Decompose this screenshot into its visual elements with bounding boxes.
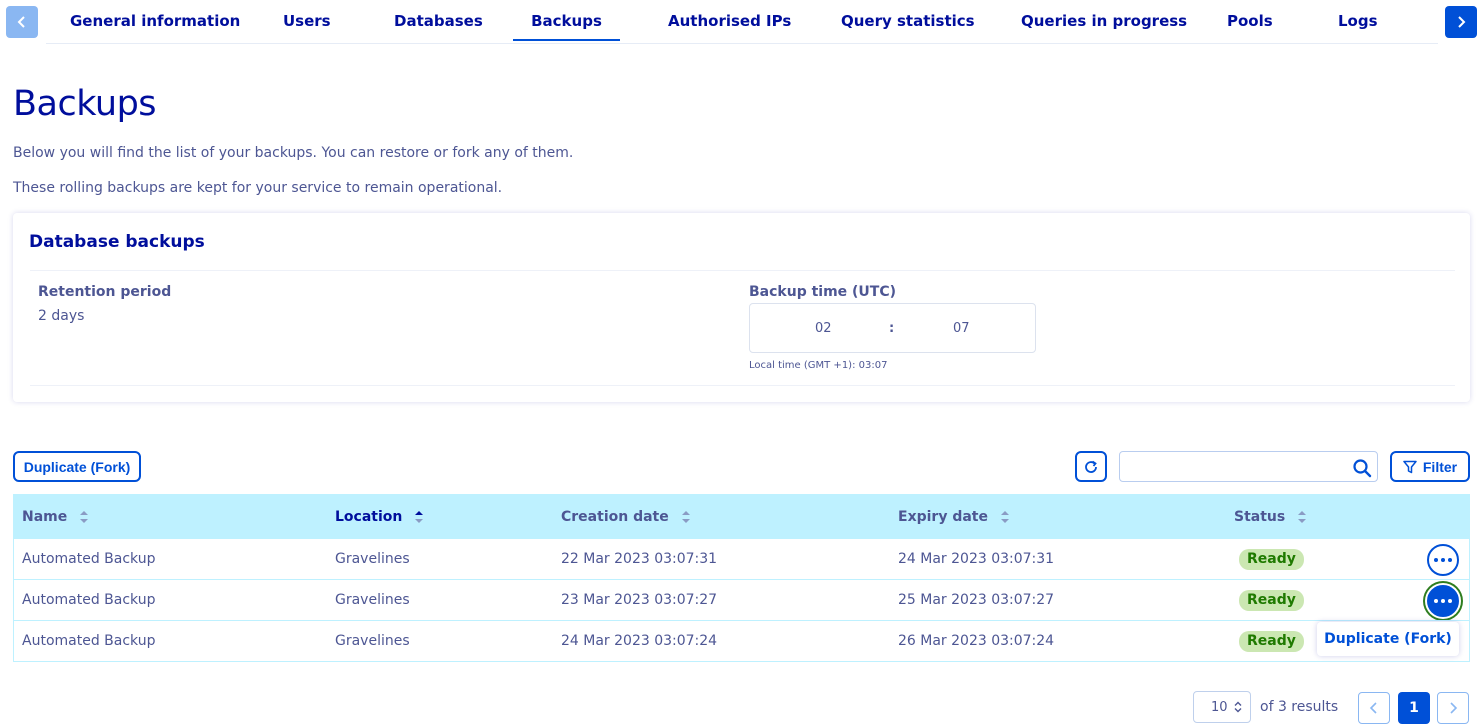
page-button-current[interactable]: 1: [1398, 692, 1430, 724]
backup-minute-field[interactable]: 07: [953, 321, 970, 336]
status-badge: Ready: [1239, 590, 1304, 611]
backup-time-label: Backup time (UTC): [749, 284, 897, 300]
backup-expiry-date: 24 Mar 2023 03:07:31: [898, 551, 1055, 567]
sort-icon: [1297, 510, 1307, 524]
table-header: Name Location Creation date Expiry date …: [14, 495, 1469, 538]
table-row: Automated Backup Gravelines 22 Mar 2023 …: [14, 538, 1469, 579]
retention-period-value: 2 days: [38, 308, 85, 324]
tab-bar: General information Users Databases Back…: [46, 0, 1438, 44]
database-backups-card: Database backups Retention period 2 days…: [13, 213, 1470, 402]
page-description: Below you will find the list of your bac…: [13, 145, 574, 161]
sort-icon: [414, 510, 424, 524]
backup-location: Gravelines: [335, 551, 410, 567]
page-title: Backups: [13, 84, 157, 124]
chevron-left-icon: [17, 16, 25, 28]
backup-creation-date: 22 Mar 2023 03:07:31: [561, 551, 718, 567]
tab-databases[interactable]: Databases: [394, 12, 483, 30]
row-actions-button[interactable]: [1427, 544, 1459, 576]
tab-users[interactable]: Users: [283, 12, 331, 30]
backup-time-picker[interactable]: 02 : 07: [749, 303, 1036, 353]
tabs-scroll-right-button[interactable]: [1445, 6, 1477, 38]
card-title: Database backups: [29, 232, 205, 252]
duplicate-fork-button[interactable]: Duplicate (Fork): [13, 451, 141, 482]
results-count: of 3 results: [1260, 699, 1339, 715]
next-page-button[interactable]: [1437, 692, 1469, 724]
sort-icon: [1000, 510, 1010, 524]
backup-name: Automated Backup: [22, 633, 156, 649]
local-time-hint: Local time (GMT +1): 03:07: [749, 360, 888, 371]
search-field[interactable]: [1119, 451, 1378, 482]
page-description-secondary: These rolling backups are kept for your …: [13, 180, 503, 196]
backup-creation-date: 23 Mar 2023 03:07:27: [561, 592, 718, 608]
tabs-scroll-left-button[interactable]: [6, 6, 38, 38]
table-row: Automated Backup Gravelines 24 Mar 2023 …: [14, 620, 1469, 661]
select-arrows-icon: [1234, 701, 1242, 713]
backup-creation-date: 24 Mar 2023 03:07:24: [561, 633, 718, 649]
column-header-creation-date[interactable]: Creation date: [561, 509, 691, 525]
tab-authorised-ips[interactable]: Authorised IPs: [668, 12, 791, 30]
backup-name: Automated Backup: [22, 592, 156, 608]
row-actions-menu: Duplicate (Fork): [1317, 622, 1459, 656]
column-header-location[interactable]: Location: [335, 509, 424, 525]
backup-location: Gravelines: [335, 633, 410, 649]
filter-icon: [1403, 460, 1417, 473]
page-size-select[interactable]: 10: [1193, 691, 1251, 723]
chevron-left-icon: [1369, 702, 1377, 714]
divider: [30, 385, 1455, 386]
search-input[interactable]: [1120, 452, 1340, 481]
column-header-expiry-date[interactable]: Expiry date: [898, 509, 1010, 525]
row-actions-button[interactable]: [1427, 585, 1459, 617]
backup-expiry-date: 25 Mar 2023 03:07:27: [898, 592, 1055, 608]
status-badge: Ready: [1239, 631, 1304, 652]
more-icon: [1434, 599, 1438, 603]
chevron-right-icon: [1458, 16, 1466, 28]
tab-query-statistics[interactable]: Query statistics: [841, 12, 975, 30]
refresh-icon: [1085, 460, 1097, 473]
page-size-value: 10: [1211, 699, 1228, 715]
backup-expiry-date: 26 Mar 2023 03:07:24: [898, 633, 1055, 649]
tab-backups[interactable]: Backups: [513, 12, 620, 41]
divider: [30, 270, 1455, 271]
column-header-status[interactable]: Status: [1234, 509, 1307, 525]
search-icon[interactable]: [1352, 458, 1372, 478]
retention-period-label: Retention period: [38, 284, 172, 300]
backup-location: Gravelines: [335, 592, 410, 608]
filter-button-label: Filter: [1422, 458, 1458, 475]
tab-general-information[interactable]: General information: [70, 12, 240, 30]
tab-pools[interactable]: Pools: [1227, 12, 1273, 30]
column-header-name[interactable]: Name: [22, 509, 89, 525]
backup-hour-field[interactable]: 02: [815, 321, 832, 336]
chevron-right-icon: [1450, 702, 1458, 714]
more-icon: [1434, 558, 1438, 562]
status-badge: Ready: [1239, 549, 1304, 570]
filter-button[interactable]: Filter: [1390, 451, 1470, 482]
time-separator: :: [889, 321, 895, 336]
backups-table: Name Location Creation date Expiry date …: [13, 494, 1470, 662]
backup-name: Automated Backup: [22, 551, 156, 567]
table-row: Automated Backup Gravelines 23 Mar 2023 …: [14, 579, 1469, 620]
sort-icon: [681, 510, 691, 524]
tab-queries-in-progress[interactable]: Queries in progress: [1021, 12, 1187, 30]
tab-logs[interactable]: Logs: [1338, 12, 1378, 30]
previous-page-button[interactable]: [1358, 692, 1390, 724]
refresh-button[interactable]: [1075, 451, 1107, 482]
sort-icon: [79, 510, 89, 524]
menu-item-duplicate-fork[interactable]: Duplicate (Fork): [1324, 631, 1452, 647]
